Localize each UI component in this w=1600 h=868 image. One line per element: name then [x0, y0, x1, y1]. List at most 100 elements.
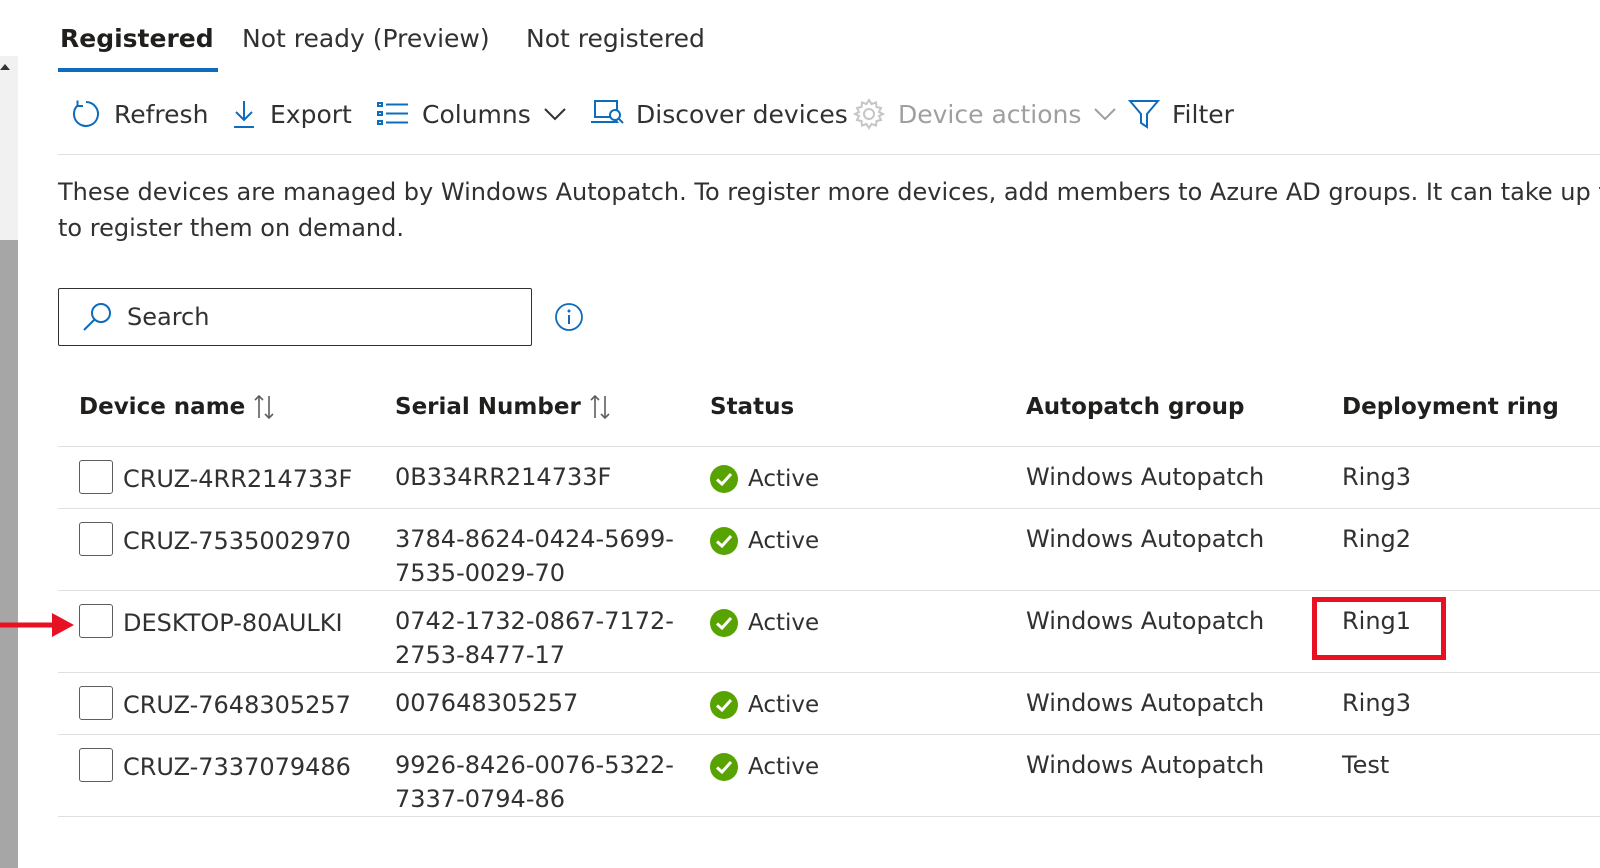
- tab-registered[interactable]: Registered: [58, 20, 218, 72]
- row-checkbox[interactable]: [79, 748, 113, 782]
- table-row[interactable]: CRUZ-7648305257 007648305257 Active Wind…: [58, 673, 1600, 735]
- device-name-cell[interactable]: CRUZ-7337079486: [123, 753, 351, 781]
- chevron-down-icon: [1094, 108, 1117, 121]
- deployment-ring-cell: Test: [1342, 751, 1390, 779]
- device-name-cell[interactable]: CRUZ-4RR214733F: [123, 465, 352, 493]
- device-name-cell[interactable]: CRUZ-7535002970: [123, 527, 351, 555]
- search-icon: [83, 303, 111, 331]
- serial-line-1: 0742-1732-0867-7172-: [395, 607, 674, 635]
- column-header-label: Autopatch group: [1026, 394, 1245, 420]
- download-icon: [234, 101, 254, 128]
- search-box[interactable]: [58, 288, 532, 346]
- tab-not-registered[interactable]: Not registered: [526, 20, 705, 72]
- status-cell: Active: [710, 609, 819, 637]
- status-cell: Active: [710, 527, 819, 555]
- annotation-highlight-box: [1312, 597, 1446, 660]
- serial-number-cell: 007648305257: [395, 686, 578, 720]
- column-header-label: Status: [710, 394, 795, 420]
- serial-line-1: 007648305257: [395, 689, 579, 717]
- status-label: Active: [748, 466, 820, 492]
- serial-number-cell: 0742-1732-0867-7172- 2753-8477-17: [395, 604, 674, 672]
- search-input[interactable]: [125, 302, 489, 332]
- table-row[interactable]: CRUZ-7535002970 3784-8624-0424-5699- 753…: [58, 509, 1600, 591]
- row-checkbox[interactable]: [79, 522, 113, 556]
- column-header-device-name[interactable]: Device name: [79, 394, 275, 420]
- device-name-cell[interactable]: DESKTOP-80AULKI: [123, 609, 343, 637]
- check-circle-icon: [710, 691, 738, 719]
- table-row[interactable]: CRUZ-7337079486 9926-8426-0076-5322- 733…: [58, 735, 1600, 817]
- serial-number-cell: 3784-8624-0424-5699- 7535-0029-70: [395, 522, 674, 590]
- serial-number-cell: 0B334RR214733F: [395, 460, 611, 494]
- status-cell: Active: [710, 753, 819, 781]
- deployment-ring-cell: Ring3: [1342, 689, 1412, 717]
- status-cell: Active: [710, 465, 819, 493]
- column-header-serial-number[interactable]: Serial Number: [395, 394, 611, 420]
- device-actions-button[interactable]: Device actions: [852, 92, 1117, 136]
- table-row[interactable]: CRUZ-4RR214733F 0B334RR214733F Active Wi…: [58, 447, 1600, 509]
- filter-button[interactable]: Filter: [1128, 92, 1234, 136]
- scroll-up-arrow-icon[interactable]: [0, 64, 10, 70]
- sort-icon[interactable]: [253, 394, 275, 420]
- page-description: These devices are managed by Windows Aut…: [58, 174, 1600, 246]
- serial-line-2: 7535-0029-70: [395, 559, 566, 587]
- column-header-deployment-ring[interactable]: Deployment ring: [1342, 394, 1559, 420]
- autopatch-group-cell: Windows Autopatch: [1026, 689, 1265, 717]
- status-label: Active: [748, 754, 820, 780]
- table-header-row: Device name Serial Number Status Autopat…: [58, 380, 1600, 447]
- column-header-label: Serial Number: [395, 394, 581, 420]
- tab-not-ready-preview[interactable]: Not ready (Preview): [242, 20, 490, 72]
- refresh-label: Refresh: [114, 99, 209, 129]
- discover-devices-label: Discover devices: [636, 99, 848, 129]
- autopatch-group-cell: Windows Autopatch: [1026, 751, 1265, 779]
- sort-icon[interactable]: [589, 394, 611, 420]
- serial-line-1: 9926-8426-0076-5322-: [395, 751, 674, 779]
- discover-devices-icon: [591, 100, 624, 124]
- device-name-cell[interactable]: CRUZ-7648305257: [123, 691, 351, 719]
- gear-icon: [852, 98, 886, 130]
- export-label: Export: [270, 99, 352, 129]
- list-icon: [377, 102, 408, 125]
- autopatch-group-cell: Windows Autopatch: [1026, 463, 1265, 491]
- deployment-ring-cell: Ring2: [1342, 525, 1412, 553]
- column-header-label: Deployment ring: [1342, 394, 1559, 420]
- row-checkbox[interactable]: [79, 686, 113, 720]
- annotation-arrow-icon: [0, 613, 74, 637]
- device-actions-label: Device actions: [898, 99, 1082, 129]
- export-button[interactable]: Export: [230, 92, 352, 136]
- autopatch-group-cell: Windows Autopatch: [1026, 525, 1265, 553]
- status-label: Active: [748, 528, 820, 554]
- serial-line-2: 2753-8477-17: [395, 641, 566, 669]
- filter-label: Filter: [1172, 99, 1234, 129]
- toolbar-divider: [58, 154, 1600, 155]
- description-line-1: These devices are managed by Windows Aut…: [58, 178, 1600, 206]
- description-line-2: to register them on demand.: [58, 214, 404, 242]
- autopatch-group-cell: Windows Autopatch: [1026, 607, 1265, 635]
- columns-label: Columns: [422, 99, 531, 129]
- discover-devices-button[interactable]: Discover devices: [590, 92, 848, 136]
- row-checkbox[interactable]: [79, 460, 113, 494]
- row-checkbox[interactable]: [79, 604, 113, 638]
- serial-number-cell: 9926-8426-0076-5322- 7337-0794-86: [395, 748, 674, 816]
- filter-icon: [1128, 100, 1160, 129]
- column-header-status[interactable]: Status: [710, 394, 794, 420]
- check-circle-icon: [710, 753, 738, 781]
- refresh-button[interactable]: Refresh: [70, 92, 208, 136]
- columns-button[interactable]: Columns: [376, 92, 567, 136]
- check-circle-icon: [710, 527, 738, 555]
- page-scrollbar-thumb[interactable]: [0, 240, 18, 868]
- column-header-label: Device name: [79, 394, 246, 420]
- chevron-down-icon: [544, 108, 566, 121]
- serial-line-1: 0B334RR214733F: [395, 463, 612, 491]
- check-circle-icon: [710, 609, 738, 637]
- status-cell: Active: [710, 691, 819, 719]
- serial-line-2: 7337-0794-86: [395, 785, 566, 813]
- check-circle-icon: [710, 465, 738, 493]
- column-header-autopatch-group[interactable]: Autopatch group: [1026, 394, 1244, 420]
- refresh-icon: [73, 100, 99, 127]
- status-label: Active: [748, 692, 820, 718]
- serial-line-1: 3784-8624-0424-5699-: [395, 525, 674, 553]
- status-label: Active: [748, 610, 820, 636]
- deployment-ring-cell: Ring3: [1342, 463, 1412, 491]
- info-icon[interactable]: [554, 302, 584, 332]
- command-bar: Refresh Export Columns Discover devices …: [58, 92, 1600, 156]
